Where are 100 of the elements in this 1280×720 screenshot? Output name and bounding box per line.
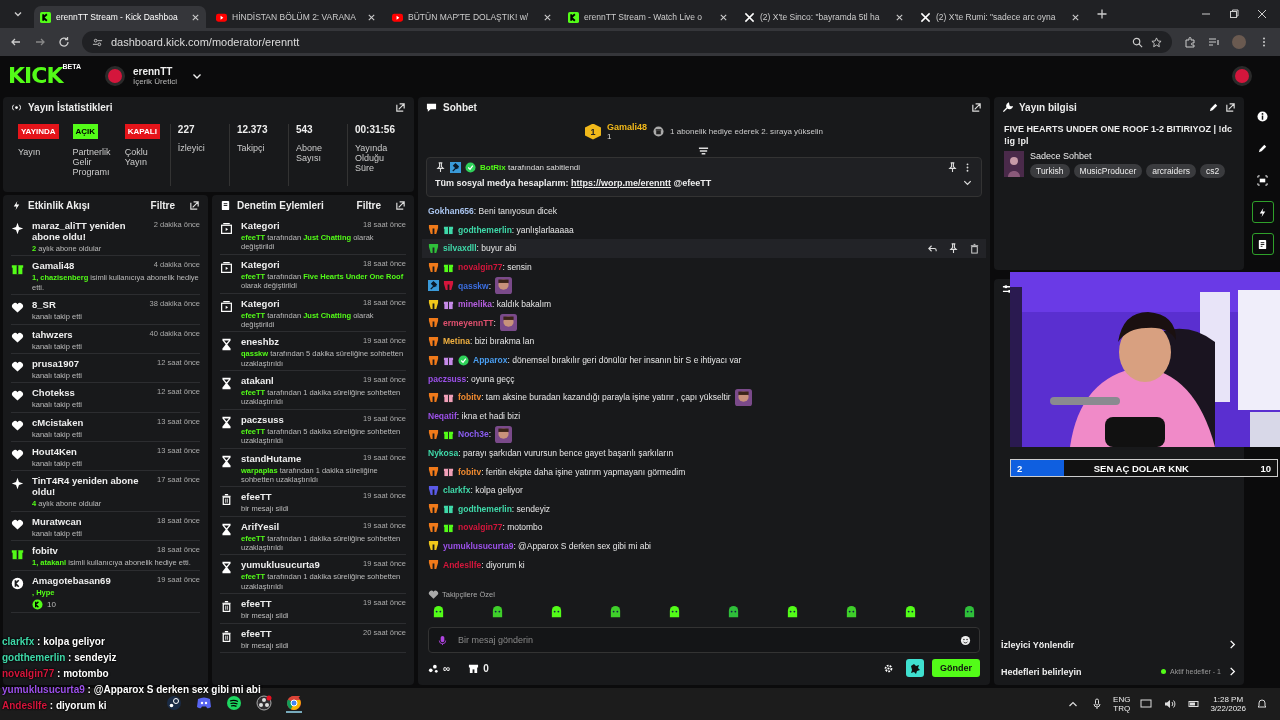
browser-tab[interactable]: (2) X'te Sinco: "bayramda 5tl ha <box>738 6 910 28</box>
clock-time[interactable]: 1:28 PM <box>1213 695 1244 704</box>
chat-row[interactable]: godthemerlin: sendeyiz <box>428 499 980 519</box>
filter-button[interactable]: Filtre <box>356 200 381 211</box>
close-icon[interactable] <box>191 12 200 22</box>
browser-icon[interactable] <box>286 695 302 713</box>
chat-row[interactable]: Andesllfe: diyorum ki <box>428 555 980 574</box>
popout-icon[interactable] <box>1225 102 1236 113</box>
settings-icon[interactable] <box>883 662 894 674</box>
input-language[interactable]: ENG <box>1113 695 1131 704</box>
discord-icon[interactable] <box>196 695 212 711</box>
pin-icon[interactable] <box>947 162 958 173</box>
browser-tab[interactable]: erennTT Stream - Kick Dashboa <box>34 6 206 28</box>
clock-date[interactable]: 3/22/2026 <box>1210 704 1246 713</box>
chat-row[interactable]: fobitv: tam aksine buradan kazandığı parayla işine yatırır , çapı yükseltir <box>428 387 980 407</box>
tag[interactable]: Turkish <box>1030 164 1070 179</box>
menu-icon[interactable] <box>698 147 709 155</box>
recorder-icon[interactable] <box>256 695 272 711</box>
trash-icon[interactable] <box>969 243 980 254</box>
media-icon[interactable] <box>1208 36 1220 48</box>
chat-row[interactable]: fobitv: feritin ekipte daha işine yatırım yapmayanı görmedim <box>428 462 980 481</box>
bolt-tool-button[interactable] <box>1251 201 1274 223</box>
close-icon[interactable] <box>1071 12 1080 22</box>
chat-row[interactable]: qasskw: <box>428 276 980 295</box>
category-name[interactable]: Sadece Sohbet <box>1030 151 1226 162</box>
chat-row[interactable]: minelika: kaldık bakalım <box>428 294 980 314</box>
steam-icon[interactable] <box>166 695 182 711</box>
chat-row[interactable]: ermeyennTT: <box>428 313 980 333</box>
emoji-icon[interactable] <box>960 634 971 646</box>
store-icon[interactable] <box>468 662 480 674</box>
microphone-icon[interactable] <box>1091 698 1104 710</box>
points-icon[interactable] <box>428 662 439 674</box>
link[interactable]: https://worp.me/erenntt <box>571 177 672 188</box>
tag[interactable]: arcraiders <box>1146 164 1197 179</box>
close-window-icon[interactable] <box>1256 8 1268 20</box>
bookmark-star-icon[interactable] <box>1151 36 1162 48</box>
emote-icon[interactable] <box>845 606 858 619</box>
extensions-icon[interactable] <box>1184 36 1196 48</box>
chat-row[interactable]: Neqatif: ikna et hadi bizi <box>428 406 980 426</box>
chat-row[interactable]: novalgin77: motombo <box>428 518 980 537</box>
music-app-icon[interactable] <box>226 695 242 711</box>
chat-row[interactable]: godthemerlin: yanlışlarlaaaaa <box>428 220 980 240</box>
emote-picker-button[interactable] <box>906 659 924 677</box>
close-icon[interactable] <box>367 12 376 22</box>
speaker-icon[interactable] <box>1164 698 1177 710</box>
emote-icon[interactable] <box>963 606 976 619</box>
tag[interactable]: cs2 <box>1200 164 1226 179</box>
chat-row[interactable]: paczsuss: oyuna geçç <box>428 369 980 388</box>
note-tool-button[interactable] <box>1251 233 1274 255</box>
new-tab-icon[interactable] <box>1096 8 1108 20</box>
chat-row[interactable]: Metina: bizi bırakma lan <box>428 332 980 351</box>
message-field[interactable]: Bir mesaj gönderin <box>456 634 952 646</box>
popout-icon[interactable] <box>971 102 982 113</box>
chat-row[interactable]: novalgin77: sensin <box>428 257 980 277</box>
chat-row[interactable]: yumuklusucurta9: @Apparox S derken sex gibi mi abi <box>428 536 980 556</box>
chat-row[interactable]: silvaxdll: buyur abi <box>422 239 986 258</box>
emote-icon[interactable] <box>432 606 445 619</box>
settings-row[interactable]: İzleyici Yönlendir <box>994 631 1244 658</box>
monitor-icon[interactable] <box>1140 698 1153 710</box>
reply-icon[interactable] <box>927 243 938 254</box>
chat-row[interactable]: clarkfx: kolpa geliyor <box>428 480 980 500</box>
chat-row[interactable]: Noch3e: <box>428 425 980 444</box>
forward-icon[interactable] <box>34 36 46 48</box>
reload-icon[interactable] <box>58 36 70 48</box>
filter-button[interactable]: Filtre <box>150 200 175 211</box>
popout-icon[interactable] <box>395 200 406 211</box>
emote-icon[interactable] <box>491 606 504 619</box>
tag[interactable]: MusicProducer <box>1073 164 1143 179</box>
popout-icon[interactable] <box>189 200 200 211</box>
chat-row[interactable]: Apparox: dönemsel bırakılır geri dönülür her insanın bir S e ihtiyacı var <box>428 350 980 370</box>
close-icon[interactable] <box>719 12 728 22</box>
emote-icon[interactable] <box>550 606 563 619</box>
chat-row[interactable]: Gokhan656: Beni tanıyosun dicek <box>428 202 980 221</box>
channel-avatar[interactable] <box>105 65 125 86</box>
site-info-icon[interactable] <box>92 36 103 48</box>
emote-icon[interactable] <box>786 606 799 619</box>
browser-tab[interactable]: erennTT Stream - Watch Live o <box>562 6 734 28</box>
user-avatar[interactable] <box>1232 65 1252 86</box>
chat-row[interactable]: Nykosa: parayı şarkıdan vurursun bence gayet başarılı şarkıların <box>428 443 980 463</box>
battery-icon[interactable] <box>1188 698 1201 710</box>
restore-icon[interactable] <box>1228 8 1240 20</box>
keyboard-layout[interactable]: TRQ <box>1113 704 1131 713</box>
emote-icon[interactable] <box>727 606 740 619</box>
back-icon[interactable] <box>10 36 22 48</box>
emote-icon[interactable] <box>609 606 622 619</box>
emote-icon[interactable] <box>904 606 917 619</box>
emote-icon[interactable] <box>668 606 681 619</box>
address-field[interactable]: dashboard.kick.com/moderator/erenntt <box>82 31 1172 53</box>
pin-icon[interactable] <box>948 243 959 254</box>
browser-tab[interactable]: HİNDİSTAN BÖLÜM 2: VARANA <box>210 6 382 28</box>
zoom-icon[interactable] <box>1132 36 1143 48</box>
message-box[interactable]: Bir mesaj gönderin <box>428 627 980 653</box>
browser-tab[interactable]: BÜTÜN MAP'TE DOLAŞTIK! w/ <box>386 6 558 28</box>
send-button[interactable]: Gönder <box>932 659 980 677</box>
pencil-icon[interactable] <box>1208 102 1219 113</box>
close-icon[interactable] <box>543 12 552 22</box>
close-icon[interactable] <box>895 12 904 22</box>
notification-icon[interactable] <box>1256 698 1268 710</box>
popout-icon[interactable] <box>395 102 406 113</box>
browser-tab[interactable]: (2) X'te Rumi: "sadece arc oyna <box>914 6 1086 28</box>
